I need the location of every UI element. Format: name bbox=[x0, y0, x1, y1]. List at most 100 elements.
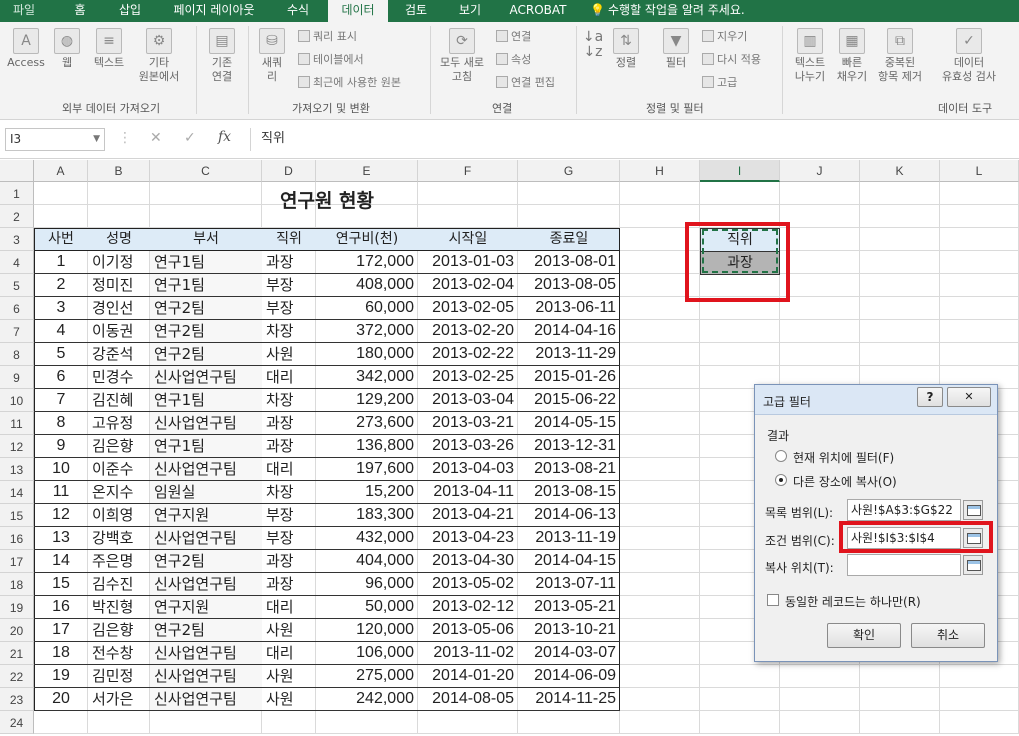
cancel-button[interactable]: 취소 bbox=[911, 623, 985, 648]
table-cell[interactable]: 차장 bbox=[262, 320, 316, 342]
table-cell[interactable]: 대리 bbox=[262, 596, 316, 618]
row-header-11[interactable]: 11 bbox=[0, 412, 34, 435]
table-cell[interactable]: 5 bbox=[34, 343, 88, 365]
table-cell[interactable]: 275,000 bbox=[316, 665, 418, 687]
table-cell[interactable]: 사원 bbox=[262, 688, 316, 710]
table-cell[interactable]: 대리 bbox=[262, 642, 316, 664]
table-cell[interactable]: 2013-02-05 bbox=[418, 297, 518, 319]
chevron-down-icon[interactable]: ▼ bbox=[93, 129, 100, 150]
column-header-k[interactable]: K bbox=[860, 160, 940, 182]
existing-connections-button[interactable]: ▤ 기존 연결 bbox=[202, 28, 242, 84]
row-header-18[interactable]: 18 bbox=[0, 573, 34, 596]
table-cell[interactable]: 과장 bbox=[262, 251, 316, 273]
table-cell[interactable]: 2013-02-20 bbox=[418, 320, 518, 342]
table-cell[interactable]: 연구지원 bbox=[150, 504, 262, 526]
column-header-b[interactable]: B bbox=[88, 160, 150, 182]
table-cell[interactable]: 연구2팀 bbox=[150, 297, 262, 319]
sort-az-button[interactable]: ↓a ↓z bbox=[582, 30, 604, 60]
table-cell[interactable]: 신사업연구팀 bbox=[150, 366, 262, 388]
table-cell[interactable]: 12 bbox=[34, 504, 88, 526]
table-cell[interactable]: 연구1팀 bbox=[150, 274, 262, 296]
table-cell[interactable]: 임원실 bbox=[150, 481, 262, 503]
table-cell[interactable]: 2013-04-23 bbox=[418, 527, 518, 549]
table-cell[interactable]: 이기정 bbox=[88, 251, 150, 273]
table-cell[interactable]: 연구2팀 bbox=[150, 619, 262, 641]
copy-to-collapse-button[interactable] bbox=[963, 555, 983, 575]
table-cell[interactable]: 대리 bbox=[262, 366, 316, 388]
filter-button[interactable]: ▼ 필터 bbox=[658, 28, 694, 70]
table-cell[interactable]: 197,600 bbox=[316, 458, 418, 480]
table-cell[interactable]: 20 bbox=[34, 688, 88, 710]
row-header-12[interactable]: 12 bbox=[0, 435, 34, 458]
table-cell[interactable]: 정미진 bbox=[88, 274, 150, 296]
sort-button[interactable]: ⇅ 정렬 bbox=[608, 28, 644, 70]
help-button[interactable]: ? bbox=[917, 387, 943, 407]
from-table-button[interactable]: 테이블에서 bbox=[298, 53, 364, 67]
table-cell[interactable]: 2013-07-11 bbox=[518, 573, 620, 595]
table-cell[interactable]: 50,000 bbox=[316, 596, 418, 618]
edit-links-button[interactable]: 연결 편집 bbox=[496, 76, 555, 90]
table-cell[interactable]: 2013-08-21 bbox=[518, 458, 620, 480]
table-cell[interactable]: 15,200 bbox=[316, 481, 418, 503]
table-cell[interactable]: 사원 bbox=[262, 343, 316, 365]
table-cell[interactable]: 2013-02-04 bbox=[418, 274, 518, 296]
radio-copy-to-location[interactable] bbox=[775, 474, 787, 486]
table-cell[interactable]: 과장 bbox=[262, 550, 316, 572]
table-cell[interactable]: 신사업연구팀 bbox=[150, 688, 262, 710]
advanced-filter-button[interactable]: 고급 bbox=[702, 76, 737, 90]
column-header-g[interactable]: G bbox=[518, 160, 620, 182]
table-cell[interactable]: 민경수 bbox=[88, 366, 150, 388]
list-range-collapse-button[interactable] bbox=[963, 500, 983, 520]
table-cell[interactable]: 2013-03-21 bbox=[418, 412, 518, 434]
text-to-columns-button[interactable]: ▥ 텍스트 나누기 bbox=[788, 28, 832, 84]
enter-icon[interactable]: ✓ bbox=[184, 130, 196, 146]
table-cell[interactable]: 17 bbox=[34, 619, 88, 641]
row-header-19[interactable]: 19 bbox=[0, 596, 34, 619]
table-cell[interactable]: 신사업연구팀 bbox=[150, 665, 262, 687]
table-cell[interactable]: 2013-02-22 bbox=[418, 343, 518, 365]
table-cell[interactable]: 2015-06-22 bbox=[518, 389, 620, 411]
tell-me-search[interactable]: 수행할 작업을 알려 주세요. bbox=[608, 0, 758, 22]
data-validation-button[interactable]: ✓ 데이터 유효성 검사 bbox=[932, 28, 1006, 84]
table-cell[interactable]: 2013-02-12 bbox=[418, 596, 518, 618]
table-cell[interactable]: 2014-04-15 bbox=[518, 550, 620, 572]
row-header-14[interactable]: 14 bbox=[0, 481, 34, 504]
row-header-10[interactable]: 10 bbox=[0, 389, 34, 412]
table-cell[interactable]: 사원 bbox=[262, 619, 316, 641]
table-cell[interactable]: 172,000 bbox=[316, 251, 418, 273]
row-header-24[interactable]: 24 bbox=[0, 711, 34, 734]
table-cell[interactable]: 242,000 bbox=[316, 688, 418, 710]
table-cell[interactable]: 2013-02-25 bbox=[418, 366, 518, 388]
table-cell[interactable]: 2013-04-21 bbox=[418, 504, 518, 526]
table-cell[interactable]: 15 bbox=[34, 573, 88, 595]
row-header-3[interactable]: 3 bbox=[0, 228, 34, 251]
clear-button[interactable]: 지우기 bbox=[702, 30, 747, 44]
row-header-8[interactable]: 8 bbox=[0, 343, 34, 366]
table-cell[interactable]: 2013-05-06 bbox=[418, 619, 518, 641]
tab-data[interactable]: 데이터 bbox=[328, 0, 388, 22]
row-header-17[interactable]: 17 bbox=[0, 550, 34, 573]
table-cell[interactable]: 강준석 bbox=[88, 343, 150, 365]
table-cell[interactable]: 고유정 bbox=[88, 412, 150, 434]
table-cell[interactable]: 2013-05-02 bbox=[418, 573, 518, 595]
table-cell[interactable]: 연구2팀 bbox=[150, 550, 262, 572]
table-cell[interactable]: 2013-08-15 bbox=[518, 481, 620, 503]
column-header-h[interactable]: H bbox=[620, 160, 700, 182]
tab-page-layout[interactable]: 페이지 레이아웃 bbox=[166, 0, 262, 22]
table-cell[interactable]: 96,000 bbox=[316, 573, 418, 595]
table-cell[interactable]: 2013-05-21 bbox=[518, 596, 620, 618]
table-cell[interactable]: 19 bbox=[34, 665, 88, 687]
table-cell[interactable]: 신사업연구팀 bbox=[150, 412, 262, 434]
row-header-2[interactable]: 2 bbox=[0, 205, 34, 228]
column-header-e[interactable]: E bbox=[316, 160, 418, 182]
table-cell[interactable]: 부장 bbox=[262, 527, 316, 549]
table-cell[interactable]: 16 bbox=[34, 596, 88, 618]
table-cell[interactable]: 2015-01-26 bbox=[518, 366, 620, 388]
list-range-input[interactable]: 사원!$A$3:$G$22 bbox=[847, 499, 961, 521]
table-cell[interactable]: 2013-03-26 bbox=[418, 435, 518, 457]
table-cell[interactable]: 강백호 bbox=[88, 527, 150, 549]
table-cell[interactable]: 과장 bbox=[262, 573, 316, 595]
row-header-9[interactable]: 9 bbox=[0, 366, 34, 389]
table-cell[interactable]: 2014-08-05 bbox=[418, 688, 518, 710]
table-cell[interactable]: 이동권 bbox=[88, 320, 150, 342]
